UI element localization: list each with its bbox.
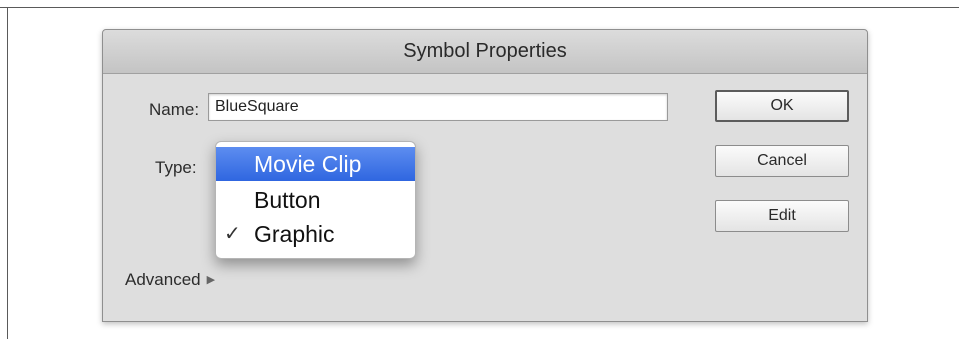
- disclosure-triangle-right-icon: ▶: [206, 274, 216, 286]
- name-label: Name:: [149, 100, 200, 119]
- advanced-label: Advanced: [125, 270, 201, 289]
- advanced-disclosure[interactable]: Advanced ▶: [125, 270, 215, 290]
- symbol-properties-dialog: Symbol Properties Name: Type: OK Cancel …: [102, 29, 868, 322]
- name-input[interactable]: [208, 93, 668, 121]
- menu-item-label: Movie Clip: [254, 151, 362, 177]
- frame-top-border: [0, 7, 959, 8]
- type-label: Type:: [155, 158, 197, 177]
- frame-left-border: [7, 7, 8, 339]
- ok-button[interactable]: OK: [715, 90, 849, 122]
- cancel-button[interactable]: Cancel: [715, 145, 849, 177]
- menu-item-label: Graphic: [254, 221, 335, 247]
- menu-item-movie-clip[interactable]: Movie Clip: [216, 147, 415, 181]
- edit-button[interactable]: Edit: [715, 200, 849, 232]
- type-dropdown-menu: Movie Clip Button ✓ Graphic: [215, 141, 416, 259]
- dialog-title: Symbol Properties: [103, 30, 867, 74]
- checkmark-icon: ✓: [224, 223, 241, 245]
- menu-item-graphic[interactable]: ✓ Graphic: [216, 217, 415, 251]
- menu-item-button[interactable]: Button: [216, 183, 415, 217]
- menu-item-label: Button: [254, 187, 321, 213]
